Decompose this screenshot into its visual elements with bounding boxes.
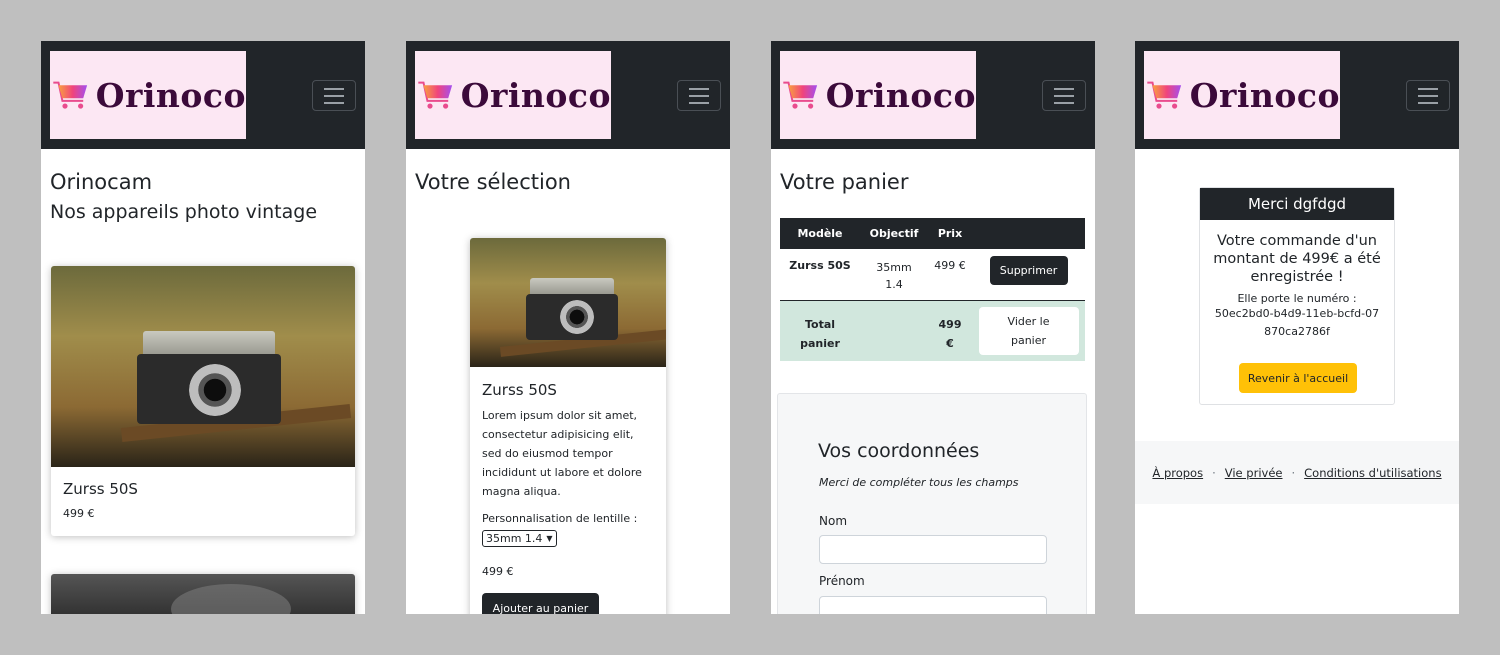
screen-product: Orinoco Votre sélection Zurss 50S Lorem … (406, 41, 730, 614)
table-row: Zurss 50S 35mm 1.4 499 € Supprimer (780, 249, 1085, 300)
screen-confirmation: Orinoco Merci dgfdgd Votre commande d'un… (1135, 41, 1459, 614)
footer-link-privacy[interactable]: Vie privée (1225, 466, 1283, 480)
column-header-model: Modèle (780, 218, 860, 249)
lens-label: Personnalisation de lentille : (482, 512, 638, 525)
brand-name: Orinoco (825, 75, 976, 115)
menu-toggle-button[interactable] (1406, 80, 1450, 111)
brand-logo[interactable]: Orinoco (1144, 51, 1340, 139)
cart-table: Modèle Objectif Prix Zurss 50S 35mm 1.4 … (780, 218, 1085, 361)
total-value: 499 € (938, 317, 962, 350)
back-home-button[interactable]: Revenir à l'accueil (1239, 363, 1357, 393)
brand-logo[interactable]: Orinoco (415, 51, 611, 139)
cart-icon (1147, 81, 1182, 109)
lens-select[interactable]: 35mm 1.4 ▼ (482, 530, 557, 547)
name-label: Nom (819, 514, 848, 528)
navbar: Orinoco (406, 41, 730, 149)
clear-cart-button[interactable]: Vider le panier (978, 306, 1079, 355)
hamburger-menu-icon (1418, 87, 1438, 90)
lens-select-value: 35mm 1.4 (486, 532, 543, 545)
column-header-price: Prix (928, 218, 972, 249)
footer: À propos · Vie privée · Conditions d'uti… (1135, 441, 1459, 504)
confirmation-message: Votre commande d'un montant de 499€ a ét… (1213, 233, 1381, 285)
product-image (470, 238, 666, 367)
product-image (51, 266, 355, 467)
row-price: 499 € (934, 259, 966, 272)
brand-name: Orinoco (460, 75, 611, 115)
menu-toggle-button[interactable] (1042, 80, 1086, 111)
form-title: Vos coordonnées (818, 440, 980, 462)
brand-logo[interactable]: Orinoco (50, 51, 246, 139)
total-label: Total panier (800, 317, 840, 350)
row-lens: 35mm 1.4 (876, 261, 912, 291)
cart-icon (783, 81, 818, 109)
page-title: Votre panier (780, 170, 909, 194)
product-name: Zurss 50S (63, 480, 138, 498)
remove-item-button[interactable]: Supprimer (989, 256, 1068, 285)
product-name: Zurss 50S (482, 381, 557, 399)
firstname-label: Prénom (819, 574, 865, 588)
product-price: 499 € (63, 507, 95, 520)
footer-link-about[interactable]: À propos (1152, 466, 1203, 480)
brand-logo[interactable]: Orinoco (780, 51, 976, 139)
footer-link-terms[interactable]: Conditions d'utilisations (1304, 466, 1441, 480)
order-number: 50ec2bd0-b4d9-11eb-bcfd-07870ca2786f (1214, 307, 1380, 338)
navbar: Orinoco (41, 41, 365, 149)
cart-icon (418, 81, 453, 109)
product-card[interactable]: Zurss 50S 499 € (51, 266, 355, 536)
navbar: Orinoco (771, 41, 1095, 149)
menu-toggle-button[interactable] (312, 80, 356, 111)
name-field[interactable] (819, 535, 1047, 564)
page-subtitle: Nos appareils photo vintage (50, 201, 318, 223)
product-card[interactable] (51, 574, 355, 614)
contact-form: Vos coordonnées Merci de compléter tous … (777, 393, 1087, 614)
firstname-field[interactable] (819, 596, 1047, 614)
screen-cart: Orinoco Votre panier Modèle Objectif Pri… (771, 41, 1095, 614)
chevron-down-icon: ▼ (546, 534, 553, 543)
confirmation-card: Merci dgfdgd Votre commande d'un montant… (1199, 187, 1395, 405)
product-detail-card: Zurss 50S Lorem ipsum dolor sit amet, co… (470, 238, 666, 614)
table-total-row: Total panier 499 € Vider le panier (780, 300, 1085, 361)
column-header-lens: Objectif (860, 218, 928, 249)
menu-toggle-button[interactable] (677, 80, 721, 111)
add-to-cart-button[interactable]: Ajouter au panier (482, 593, 599, 614)
screen-home: Orinoco Orinocam Nos appareils photo vin… (41, 41, 365, 614)
row-model: Zurss 50S (789, 259, 851, 272)
product-price: 499 € (482, 565, 514, 578)
product-description: Lorem ipsum dolor sit amet, consectetur … (482, 409, 642, 498)
footer-separator: · (1291, 465, 1296, 480)
brand-name: Orinoco (1189, 75, 1340, 115)
table-header-row: Modèle Objectif Prix (780, 218, 1085, 249)
hamburger-menu-icon (689, 87, 709, 90)
page-title: Votre sélection (415, 170, 571, 194)
page-title: Orinocam (50, 170, 153, 194)
order-number-label: Elle porte le numéro : (1237, 292, 1357, 305)
navbar: Orinoco (1135, 41, 1459, 149)
footer-separator: · (1212, 465, 1216, 480)
confirmation-header: Merci dgfdgd (1200, 188, 1394, 220)
form-hint: Merci de compléter tous les champs (819, 476, 1019, 489)
cart-icon (53, 81, 88, 109)
hamburger-menu-icon (1054, 87, 1074, 90)
hamburger-menu-icon (324, 87, 344, 90)
brand-name: Orinoco (95, 75, 246, 115)
